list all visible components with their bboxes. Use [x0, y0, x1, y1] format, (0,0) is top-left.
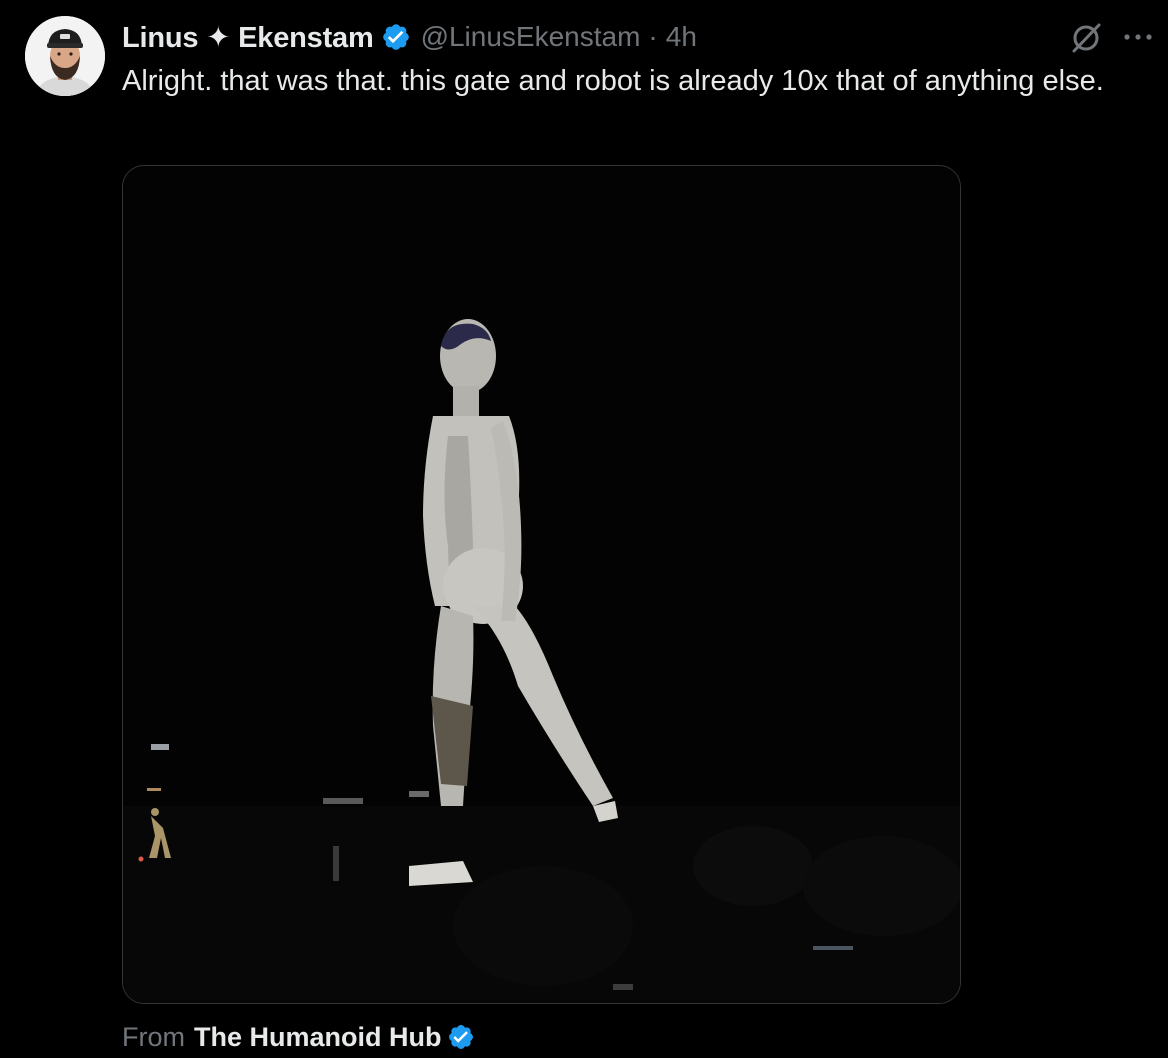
avatar[interactable]: [25, 16, 105, 96]
video-thumbnail: [123, 166, 960, 1003]
author-display-name[interactable]: Linus ✦ Ekenstam: [122, 20, 374, 55]
source-account-name[interactable]: The Humanoid Hub: [194, 1022, 441, 1053]
source-prefix: From: [122, 1021, 185, 1052]
author-handle[interactable]: @LinusEkenstam: [421, 21, 641, 53]
tweet-text: Alright. that was that. this gate and ro…: [122, 65, 1104, 97]
grok-icon[interactable]: [1068, 20, 1104, 56]
separator-dot: ·: [648, 21, 658, 52]
source-verified-badge-icon: [447, 1023, 475, 1051]
avatar-image: [25, 16, 105, 96]
video-player[interactable]: [122, 165, 961, 1004]
video-source: From The Humanoid Hub: [122, 1019, 475, 1055]
more-options-icon[interactable]: [1121, 22, 1155, 52]
tweet-header: Linus ✦ Ekenstam @LinusEkenstam · 4h: [122, 18, 697, 56]
verified-badge-icon[interactable]: [381, 22, 411, 52]
tweet[interactable]: Linus ✦ Ekenstam @LinusEkenstam · 4h Alr…: [0, 0, 1168, 1058]
timestamp[interactable]: 4h: [666, 21, 697, 53]
